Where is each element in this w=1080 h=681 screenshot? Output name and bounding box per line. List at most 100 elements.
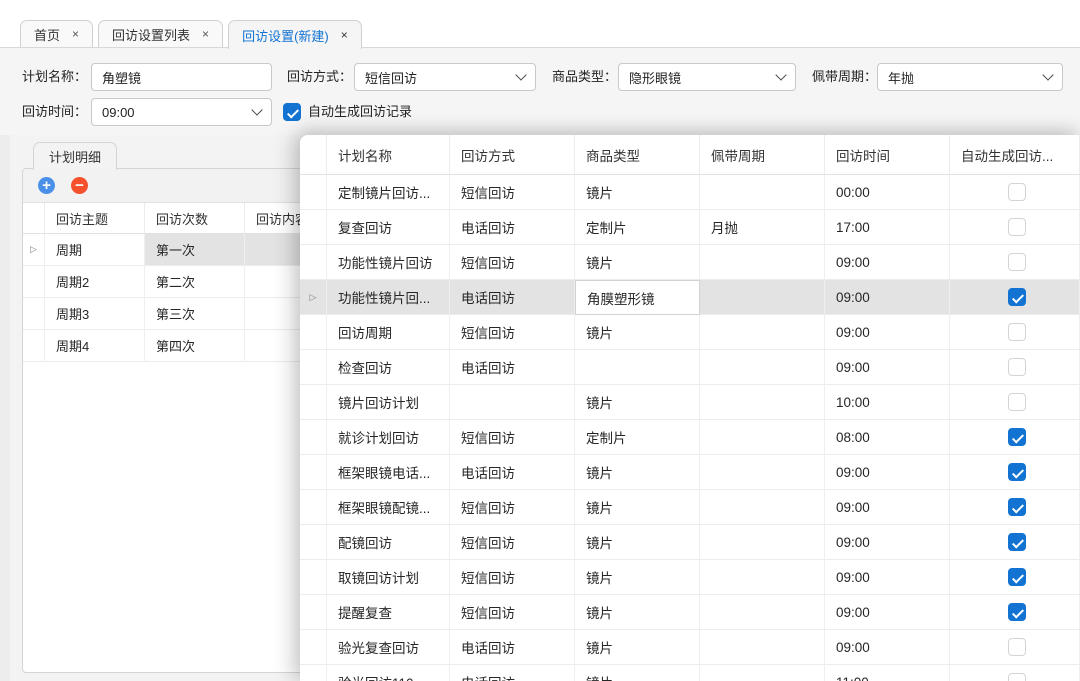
plans-cell[interactable]: 回访周期 xyxy=(327,315,450,350)
plans-cell[interactable]: 11:00 xyxy=(825,665,950,681)
plans-row[interactable]: 回访周期短信回访镜片 09:00 xyxy=(300,315,1080,350)
plans-cell[interactable] xyxy=(700,525,825,560)
detail-cell[interactable]: 第四次 xyxy=(145,330,245,362)
visit-method-select[interactable]: 短信回访 xyxy=(354,63,536,91)
plans-cell[interactable]: 短信回访 xyxy=(450,595,575,630)
plans-row[interactable]: ▷功能性镜片回...电话回访角膜塑形镜09:00 xyxy=(300,280,1080,315)
detail-cell[interactable]: 周期3 xyxy=(45,298,145,330)
plans-cell[interactable]: 功能性镜片回... xyxy=(327,280,450,315)
wear-cycle-select[interactable]: 年抛 xyxy=(877,63,1063,91)
auto-generate-checkbox[interactable] xyxy=(1008,288,1026,306)
plans-cell[interactable] xyxy=(700,665,825,681)
plans-cell[interactable]: 角膜塑形镜 xyxy=(575,280,700,315)
plans-cell[interactable]: 镜片 xyxy=(575,595,700,630)
auto-generate-checkbox[interactable] xyxy=(1008,183,1026,201)
plans-cell[interactable]: 月抛 xyxy=(700,210,825,245)
plans-cell[interactable]: 电话回访 xyxy=(450,665,575,681)
plans-cell[interactable]: 镜片 xyxy=(575,455,700,490)
plans-cell[interactable]: 镜片回访计划 xyxy=(327,385,450,420)
plans-cell[interactable]: 电话回访 xyxy=(450,280,575,315)
plans-cell[interactable] xyxy=(450,385,575,420)
auto-generate-checkbox[interactable] xyxy=(1008,603,1026,621)
plans-cell[interactable]: 框架眼镜配镜... xyxy=(327,490,450,525)
auto-record-checkbox[interactable] xyxy=(283,103,301,121)
plans-cell[interactable]: 09:00 xyxy=(825,595,950,630)
detail-cell[interactable]: 第一次 xyxy=(145,234,245,266)
plans-cell[interactable]: 短信回访 xyxy=(450,175,575,210)
plans-cell[interactable]: 短信回访 xyxy=(450,525,575,560)
plans-cell[interactable]: 配镜回访 xyxy=(327,525,450,560)
plans-cell[interactable]: 镜片 xyxy=(575,490,700,525)
plans-cell[interactable]: 镜片 xyxy=(575,560,700,595)
plans-cell[interactable]: 定制片 xyxy=(575,210,700,245)
plans-cell[interactable] xyxy=(700,175,825,210)
auto-generate-checkbox[interactable] xyxy=(1008,638,1026,656)
plans-row[interactable]: 就诊计划回访短信回访定制片 08:00 xyxy=(300,420,1080,455)
column-header[interactable]: 回访次数 xyxy=(145,203,245,234)
plans-cell[interactable]: 08:00 xyxy=(825,420,950,455)
plans-cell[interactable]: 09:00 xyxy=(825,245,950,280)
plans-cell[interactable]: 定制镜片回访... xyxy=(327,175,450,210)
product-type-select[interactable]: 隐形眼镜 xyxy=(618,63,796,91)
plans-row[interactable]: 验光回访110电话回访镜片 11:00 xyxy=(300,665,1080,681)
tab-visit-settings-new-close-icon[interactable]: × xyxy=(341,29,348,41)
column-header[interactable]: 自动生成回访... xyxy=(950,135,1080,175)
plans-cell[interactable] xyxy=(700,350,825,385)
plans-cell[interactable]: 09:00 xyxy=(825,315,950,350)
plans-cell[interactable]: 验光复查回访 xyxy=(327,630,450,665)
plans-cell[interactable]: 验光回访110 xyxy=(327,665,450,681)
plans-row[interactable]: 框架眼镜配镜...短信回访镜片09:00 xyxy=(300,490,1080,525)
auto-generate-checkbox[interactable] xyxy=(1008,463,1026,481)
plans-cell[interactable]: 09:00 xyxy=(825,525,950,560)
column-header[interactable]: 回访主题 xyxy=(45,203,145,234)
plans-cell[interactable]: 09:00 xyxy=(825,280,950,315)
plans-cell[interactable]: 检查回访 xyxy=(327,350,450,385)
column-header[interactable]: 佩带周期 xyxy=(700,135,825,175)
detail-cell[interactable]: 周期 xyxy=(45,234,145,266)
plans-row[interactable]: 复查回访电话回访定制片月抛17:00 xyxy=(300,210,1080,245)
remove-row-button[interactable]: − xyxy=(71,177,88,194)
plans-cell[interactable]: 功能性镜片回访 xyxy=(327,245,450,280)
plans-cell[interactable]: 镜片 xyxy=(575,665,700,681)
plans-cell[interactable]: 电话回访 xyxy=(450,630,575,665)
auto-generate-checkbox[interactable] xyxy=(1008,253,1026,271)
plans-cell[interactable] xyxy=(700,490,825,525)
tab-plan-detail[interactable]: 计划明细 xyxy=(33,142,117,170)
plans-row[interactable]: 框架眼镜电话...电话回访镜片09:00 xyxy=(300,455,1080,490)
plans-row[interactable]: 检查回访电话回访09:00 xyxy=(300,350,1080,385)
plans-cell[interactable]: 短信回访 xyxy=(450,560,575,595)
plans-cell[interactable]: 短信回访 xyxy=(450,420,575,455)
auto-generate-checkbox[interactable] xyxy=(1008,218,1026,236)
plans-cell[interactable]: 00:00 xyxy=(825,175,950,210)
plans-cell[interactable] xyxy=(700,385,825,420)
plans-cell[interactable] xyxy=(700,245,825,280)
plans-cell[interactable]: 09:00 xyxy=(825,350,950,385)
plans-cell[interactable]: 框架眼镜电话... xyxy=(327,455,450,490)
tab-home-close-icon[interactable]: × xyxy=(72,28,79,40)
plans-cell[interactable]: 电话回访 xyxy=(450,210,575,245)
tab-home[interactable]: 首页 × xyxy=(20,20,93,47)
plans-cell[interactable] xyxy=(700,420,825,455)
column-header[interactable]: 商品类型 xyxy=(575,135,700,175)
plans-cell[interactable] xyxy=(700,280,825,315)
plans-row[interactable]: 验光复查回访电话回访镜片09:00 xyxy=(300,630,1080,665)
plans-cell[interactable]: 镜片 xyxy=(575,525,700,560)
column-header[interactable]: 计划名称 xyxy=(327,135,450,175)
plan-name-input[interactable]: 角塑镜 xyxy=(91,63,272,91)
plans-cell[interactable]: 提醒复查 xyxy=(327,595,450,630)
auto-generate-checkbox[interactable] xyxy=(1008,428,1026,446)
plans-cell[interactable]: 短信回访 xyxy=(450,315,575,350)
tab-visit-settings-list[interactable]: 回访设置列表 × xyxy=(98,20,223,47)
plans-row[interactable]: 配镜回访短信回访镜片 09:00 xyxy=(300,525,1080,560)
auto-generate-checkbox[interactable] xyxy=(1008,498,1026,516)
plans-cell[interactable]: 镜片 xyxy=(575,315,700,350)
auto-generate-checkbox[interactable] xyxy=(1008,358,1026,376)
plans-cell[interactable]: 09:00 xyxy=(825,630,950,665)
plans-cell[interactable]: 短信回访 xyxy=(450,245,575,280)
column-header[interactable]: 回访时间 xyxy=(825,135,950,175)
detail-cell[interactable]: 第二次 xyxy=(145,266,245,298)
plans-cell[interactable]: 定制片 xyxy=(575,420,700,455)
plans-cell[interactable]: 就诊计划回访 xyxy=(327,420,450,455)
plans-cell[interactable] xyxy=(575,350,700,385)
plans-cell[interactable]: 镜片 xyxy=(575,175,700,210)
